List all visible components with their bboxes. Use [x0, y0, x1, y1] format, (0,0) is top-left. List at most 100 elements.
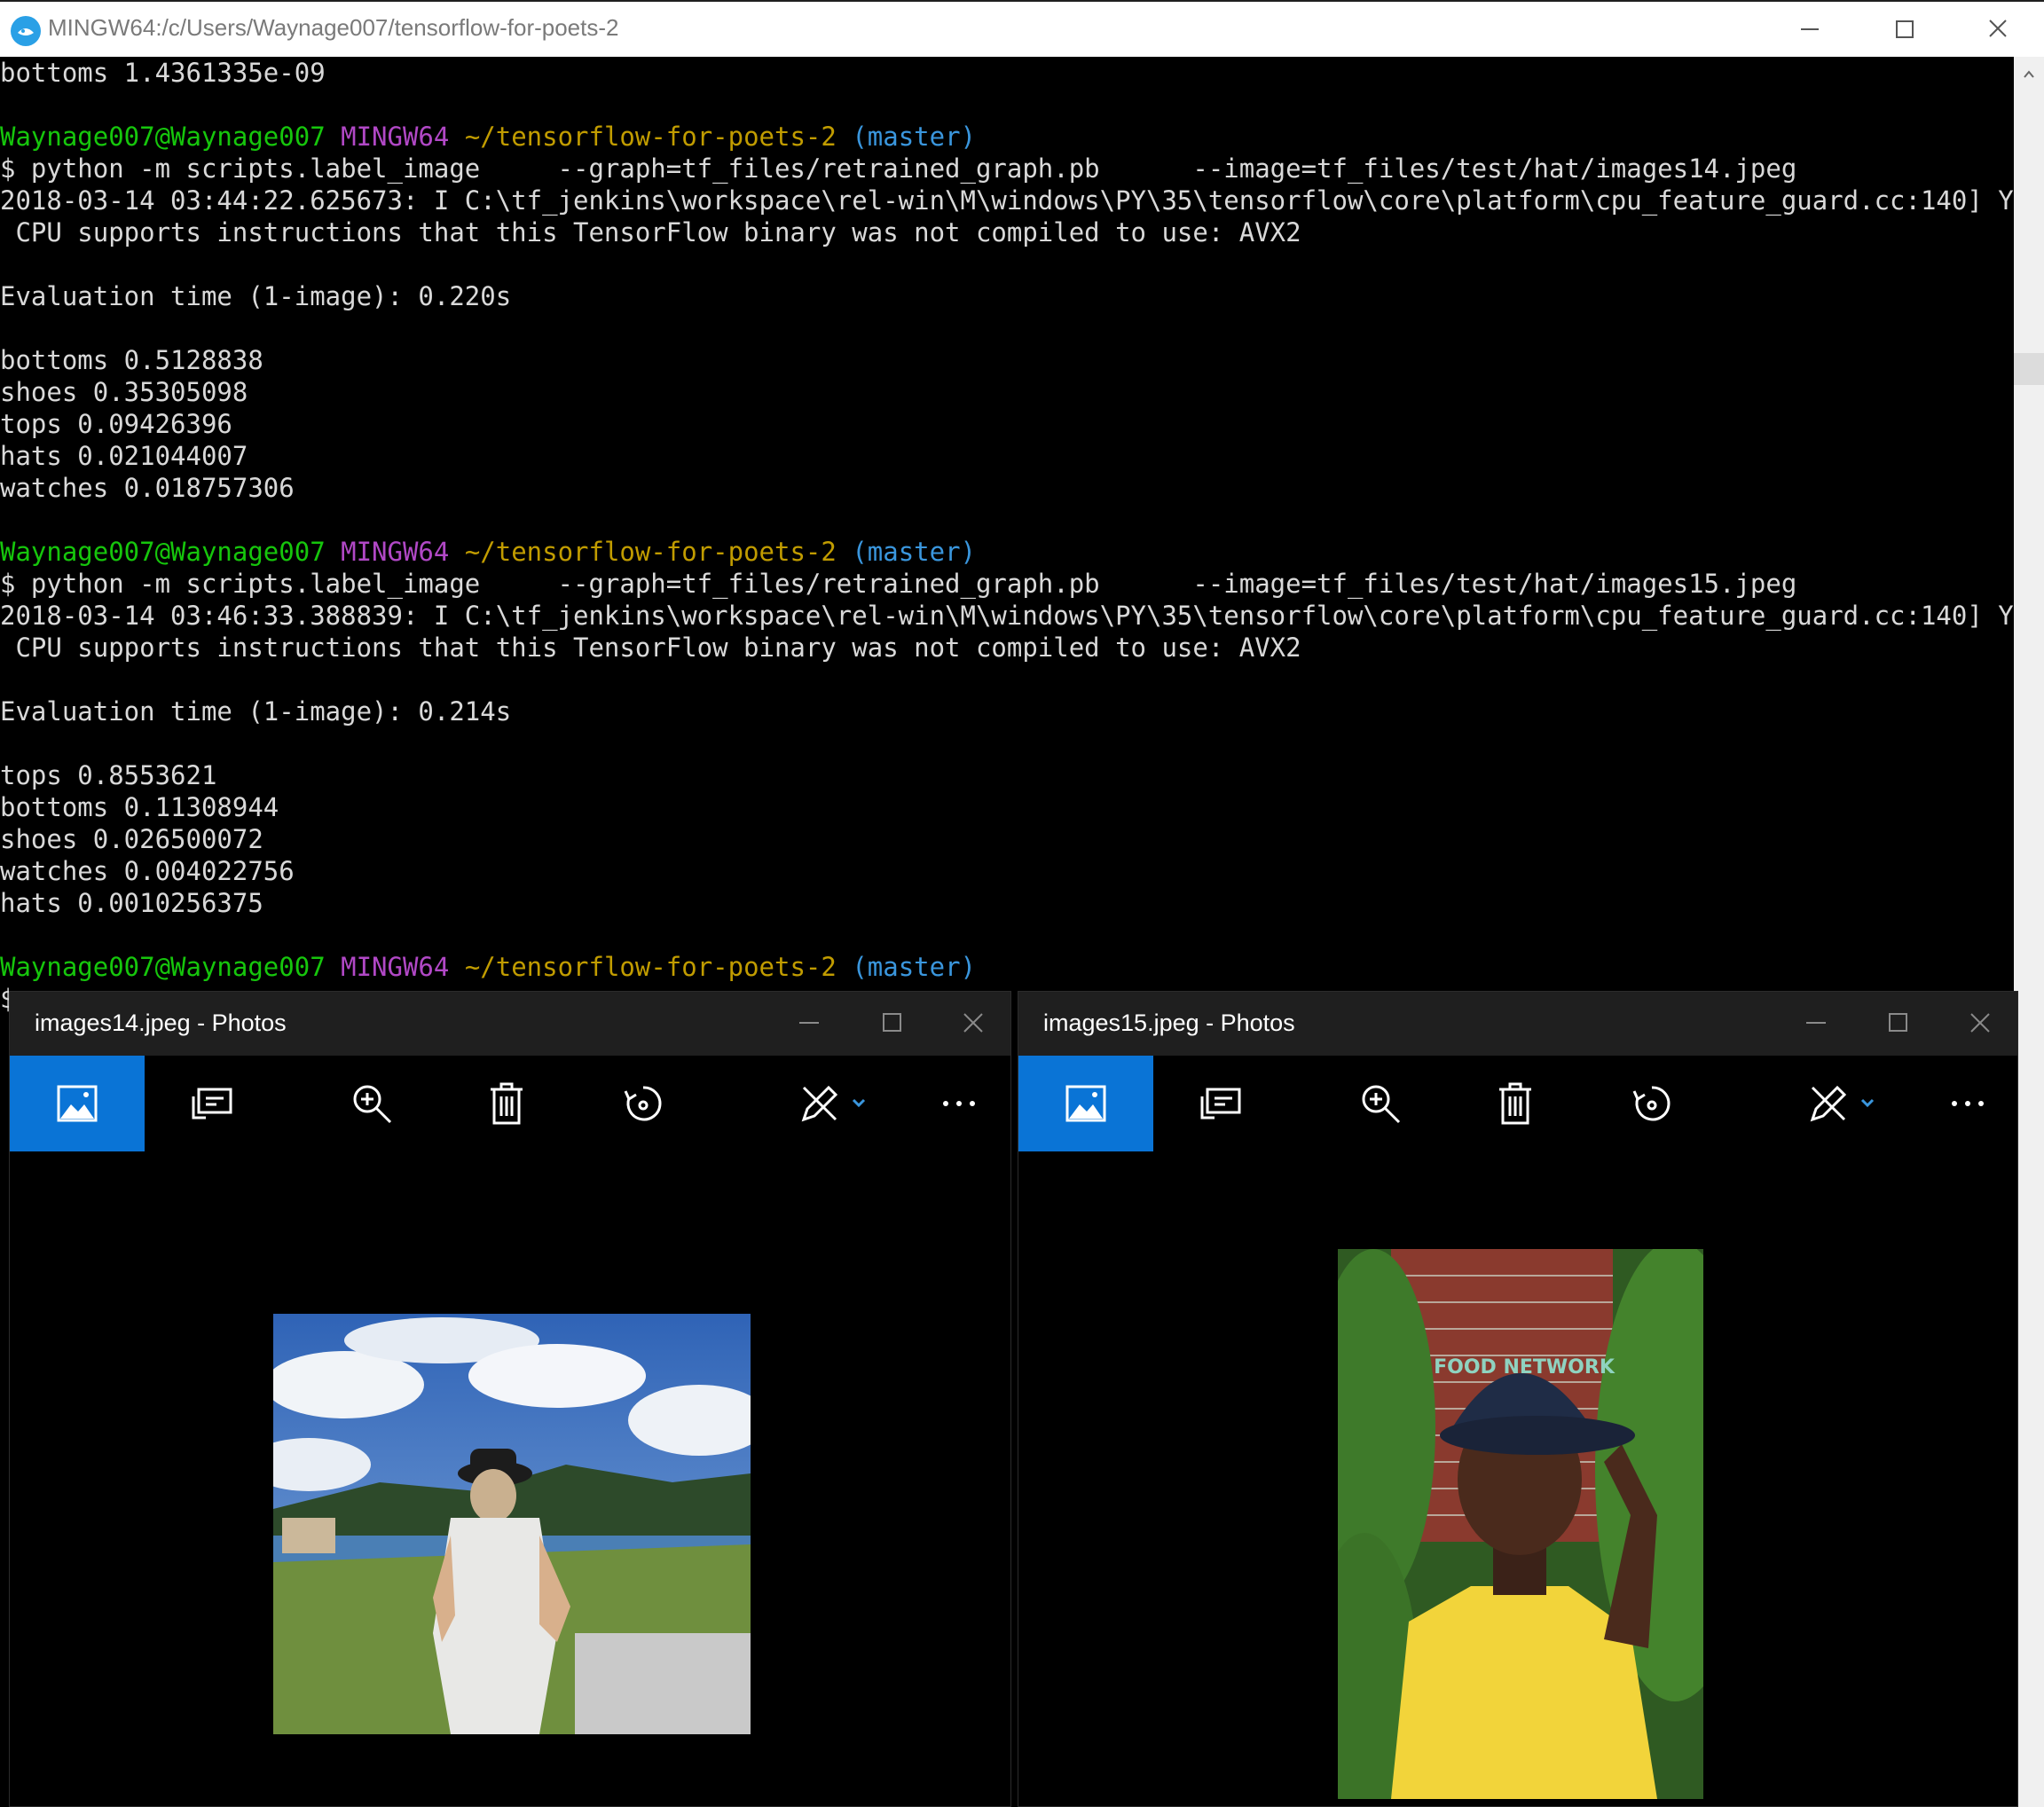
minimize-icon [1801, 28, 1819, 30]
prompt-system: MINGW64 [341, 537, 450, 567]
mingw-app-icon [11, 16, 41, 46]
rotate-button[interactable] [576, 1056, 711, 1151]
photos-maximize-button[interactable] [1861, 992, 1932, 1056]
terminal-output-line: $ python -m scripts.label_image --graph=… [0, 153, 1797, 184]
photos-window-images15[interactable]: images15.jpeg - Photos FOOD NETWORK [1018, 991, 2018, 1807]
terminal-title: MINGW64:/c/Users/Waynage007/tensorflow-f… [48, 14, 619, 41]
cap-logo-text: FOOD NETWORK [1434, 1356, 1616, 1379]
more-options-icon [1952, 1101, 1984, 1106]
view-image-icon [1065, 1085, 1106, 1122]
prompt-system: MINGW64 [341, 952, 450, 982]
add-to-album-button[interactable] [145, 1056, 279, 1151]
photos-close-button[interactable] [937, 992, 1008, 1056]
photos-title: images14.jpeg - Photos [35, 1010, 287, 1036]
prompt-path: ~/tensorflow-for-poets-2 [464, 952, 837, 982]
photos-minimize-button[interactable] [773, 992, 844, 1056]
photo-canvas [10, 1151, 1010, 1806]
more-options-button[interactable] [892, 1056, 1026, 1151]
prompt-branch: (master) [852, 122, 976, 152]
terminal-output-line: $ python -m scripts.label_image --graph=… [0, 569, 1797, 599]
photo-canvas: FOOD NETWORK [1018, 1151, 2017, 1806]
terminal-output-line: watches 0.004022756 [0, 856, 295, 886]
photos-titlebar[interactable]: images15.jpeg - Photos [1018, 992, 2017, 1056]
add-to-album-icon [1200, 1088, 1241, 1120]
zoom-in-icon [1362, 1085, 1401, 1124]
terminal-lines: bottoms 1.4361335e-09 Waynage007@Waynage0… [0, 57, 2014, 1015]
terminal-output-line: Evaluation time (1-image): 0.214s [0, 696, 512, 727]
scroll-up-arrow-icon[interactable] [2023, 69, 2035, 80]
terminal-output-line: shoes 0.35305098 [0, 377, 248, 407]
more-options-button[interactable] [1900, 1056, 2035, 1151]
edit-create-button[interactable] [771, 1056, 906, 1151]
zoom-button[interactable] [304, 1056, 439, 1151]
add-to-album-icon [192, 1088, 232, 1120]
scrollbar-thumb[interactable] [2014, 353, 2044, 385]
terminal-prompt-line: Waynage007@Waynage007 MINGW64 ~/tensorfl… [0, 121, 2014, 153]
terminal-output-line: Evaluation time (1-image): 0.220s [0, 281, 512, 311]
more-options-icon [943, 1101, 975, 1106]
minimize-icon [799, 1022, 819, 1024]
terminal-output-line: CPU supports instructions that this Tens… [0, 632, 1301, 663]
photos-maximize-button[interactable] [855, 992, 926, 1056]
terminal-output-line: shoes 0.026500072 [0, 824, 263, 854]
zoom-in-icon [353, 1085, 392, 1124]
view-image-button[interactable] [1018, 1056, 1153, 1151]
photos-titlebar[interactable]: images14.jpeg - Photos [10, 992, 1010, 1056]
photos-minimize-button[interactable] [1780, 992, 1851, 1056]
photos-title: images15.jpeg - Photos [1043, 1010, 1295, 1036]
prompt-path: ~/tensorflow-for-poets-2 [464, 122, 837, 152]
terminal-output-line: hats 0.0010256375 [0, 888, 263, 918]
prompt-branch: (master) [852, 537, 976, 567]
delete-button[interactable] [1448, 1056, 1583, 1151]
delete-button[interactable] [439, 1056, 574, 1151]
terminal-output-line: watches 0.018757306 [0, 473, 295, 503]
prompt-branch: (master) [852, 952, 976, 982]
terminal-titlebar[interactable]: MINGW64:/c/Users/Waynage007/tensorflow-f… [0, 0, 2044, 57]
rotate-button[interactable] [1584, 1056, 1719, 1151]
terminal-maximize-button[interactable] [1859, 2, 1948, 57]
photo-image-images14 [273, 1314, 751, 1734]
terminal-minimize-button[interactable] [1765, 2, 1854, 57]
terminal-prompt-line: Waynage007@Waynage007 MINGW64 ~/tensorfl… [0, 951, 2014, 983]
maximize-icon [1889, 1013, 1907, 1032]
photos-toolbar [10, 1056, 1010, 1151]
terminal-output-line: 2018-03-14 03:44:22.625673: I C:\tf_jenk… [0, 185, 2014, 216]
prompt-system: MINGW64 [341, 122, 450, 152]
zoom-button[interactable] [1313, 1056, 1448, 1151]
photos-close-button[interactable] [1944, 992, 2015, 1056]
close-icon [963, 1013, 983, 1033]
view-image-button[interactable] [10, 1056, 145, 1151]
terminal-scrollbar[interactable] [2014, 57, 2044, 1807]
close-icon [1989, 20, 2007, 37]
view-image-icon [57, 1085, 98, 1122]
add-to-album-button[interactable] [1153, 1056, 1288, 1151]
close-icon [1970, 1013, 1990, 1033]
terminal-output-line: tops 0.09426396 [0, 409, 232, 439]
terminal-output-line: tops 0.8553621 [0, 760, 217, 790]
delete-icon [1499, 1082, 1531, 1125]
edit-draw-icon [1810, 1085, 1875, 1122]
edit-create-button[interactable] [1780, 1056, 1914, 1151]
terminal-output-line: CPU supports instructions that this Tens… [0, 217, 1301, 247]
terminal-prompt-line: Waynage007@Waynage007 MINGW64 ~/tensorfl… [0, 536, 2014, 568]
prompt-path: ~/tensorflow-for-poets-2 [464, 537, 837, 567]
photos-toolbar [1018, 1056, 2017, 1151]
rotate-icon [624, 1086, 662, 1121]
maximize-icon [1896, 20, 1914, 38]
prompt-user: Waynage007@Waynage007 [0, 122, 326, 152]
photo-image-images15: FOOD NETWORK [1338, 1249, 1703, 1799]
rotate-icon [1632, 1086, 1671, 1121]
photos-window-images14[interactable]: images14.jpeg - Photos [9, 991, 1011, 1807]
prompt-user: Waynage007@Waynage007 [0, 952, 326, 982]
terminal-output-line: bottoms 1.4361335e-09 [0, 58, 326, 88]
terminal-output-line: bottoms 0.11308944 [0, 792, 279, 822]
terminal-output-line: hats 0.021044007 [0, 441, 248, 471]
terminal-close-button[interactable] [1954, 2, 2042, 57]
edit-draw-icon [801, 1085, 866, 1122]
